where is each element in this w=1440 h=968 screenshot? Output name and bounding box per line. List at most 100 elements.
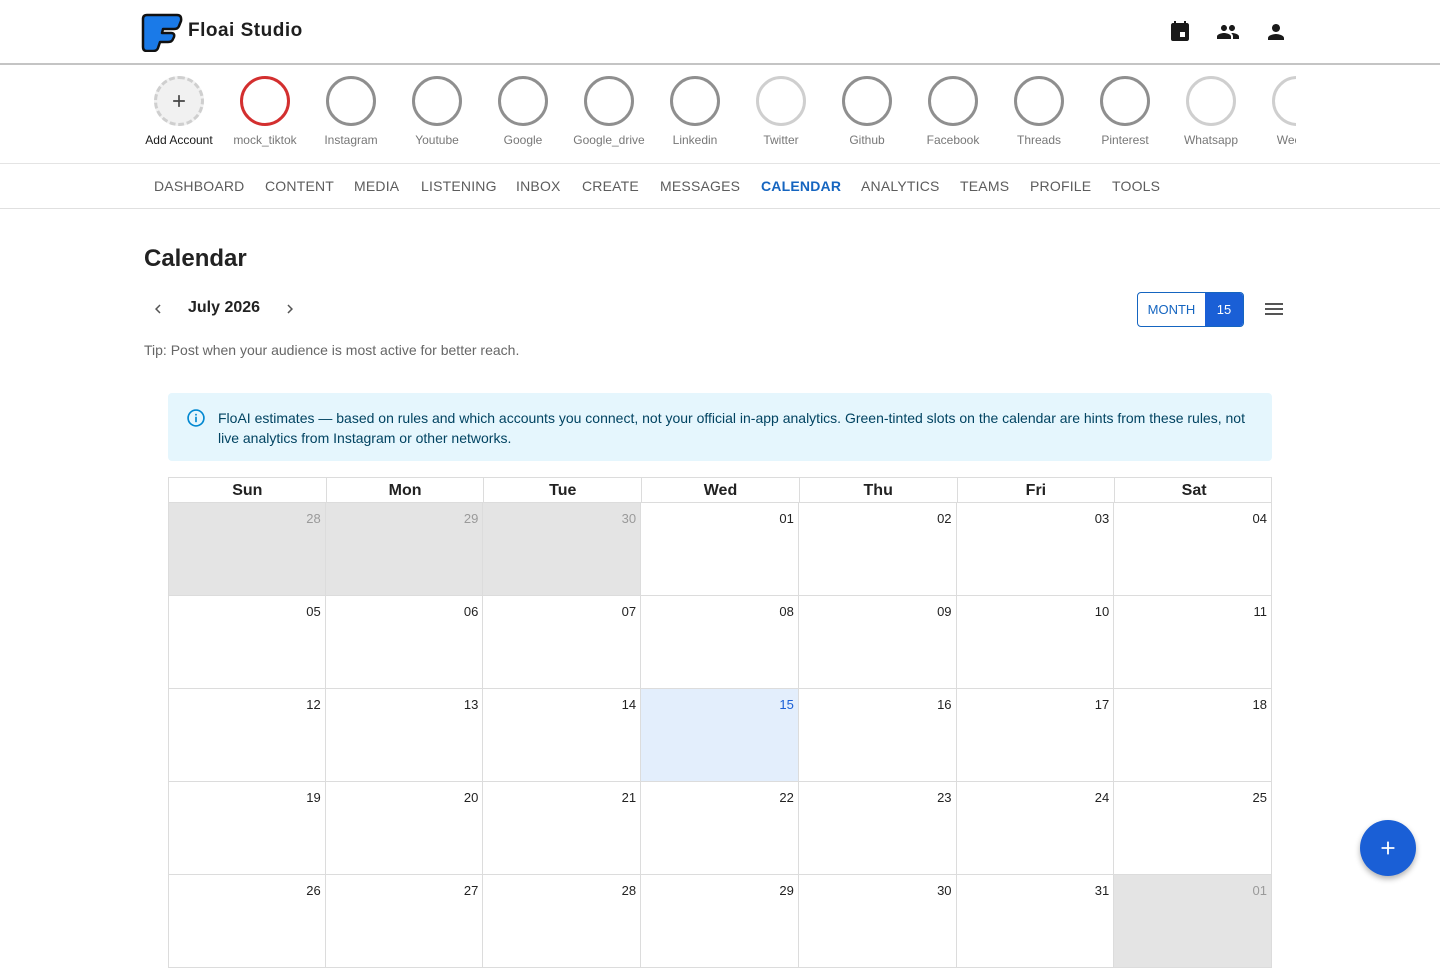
account-label: Google_drive — [573, 133, 645, 147]
account-item[interactable]: Threads — [996, 76, 1082, 147]
nav-item-analytics[interactable]: ANALYTICS — [861, 178, 940, 194]
day-number: 24 — [1094, 790, 1110, 805]
account-item[interactable]: Twitter — [738, 76, 824, 147]
calendar-day[interactable]: 01 — [1114, 875, 1272, 968]
day-number: 22 — [779, 790, 794, 805]
account-item[interactable]: Youtube — [394, 76, 480, 147]
person-icon[interactable] — [1264, 20, 1288, 44]
calendar-day[interactable]: 07 — [483, 596, 642, 689]
add-post-button[interactable] — [1360, 820, 1416, 876]
nav-item-messages[interactable]: MESSAGES — [660, 178, 740, 194]
calendar-day[interactable]: 13 — [325, 689, 484, 782]
account-label: Instagram — [324, 133, 378, 147]
calendar-day[interactable]: 30 — [483, 503, 642, 596]
account-item[interactable]: Facebook — [910, 76, 996, 147]
people-icon[interactable] — [1216, 20, 1240, 44]
nav-item-listening[interactable]: LISTENING — [421, 178, 497, 194]
nav-item-create[interactable]: CREATE — [582, 178, 639, 194]
account-item[interactable]: Google — [480, 76, 566, 147]
calendar-day[interactable]: 29 — [641, 875, 799, 968]
day-number: 30 — [937, 883, 952, 898]
nav-item-profile[interactable]: PROFILE — [1030, 178, 1091, 194]
month-view-button[interactable]: MONTH — [1138, 293, 1205, 326]
calendar-day[interactable]: 05 — [168, 596, 326, 689]
calendar-day[interactable]: 28 — [168, 503, 326, 596]
nav-item-media[interactable]: MEDIA — [354, 178, 399, 194]
calendar-day[interactable]: 21 — [483, 782, 642, 875]
chevron-left-icon[interactable] — [149, 300, 167, 318]
floai-logo-icon[interactable] — [141, 12, 183, 52]
add-account-button[interactable]: Add Account — [136, 76, 222, 147]
account-avatar — [412, 76, 462, 126]
nav-item-tools[interactable]: TOOLS — [1112, 178, 1160, 194]
calendar-day[interactable]: 24 — [956, 782, 1115, 875]
calendar-day[interactable]: 31 — [956, 875, 1115, 968]
account-avatar — [842, 76, 892, 126]
calendar-day[interactable]: 25 — [1114, 782, 1272, 875]
calendar-day[interactable]: 23 — [798, 782, 957, 875]
calendar-day[interactable]: 08 — [641, 596, 799, 689]
page-title: Calendar — [144, 245, 247, 272]
view-toggle: MONTH 15 — [1137, 292, 1244, 327]
calendar-day[interactable]: 10 — [956, 596, 1115, 689]
day-number: 17 — [1094, 697, 1110, 712]
account-label: Add Account — [145, 133, 213, 147]
day-number: 04 — [1252, 511, 1267, 526]
calendar-day[interactable]: 02 — [798, 503, 957, 596]
calendar-day[interactable]: 06 — [325, 596, 484, 689]
account-item[interactable]: Github — [824, 76, 910, 147]
calendar-day[interactable]: 26 — [168, 875, 326, 968]
day-number: 09 — [937, 604, 952, 619]
day-number: 12 — [306, 697, 321, 712]
account-item[interactable]: Google_drive — [566, 76, 652, 147]
day-number: 20 — [463, 790, 479, 805]
calendar-day[interactable]: 09 — [798, 596, 957, 689]
account-label: Youtube — [415, 133, 459, 147]
app-title: Floai Studio — [188, 20, 303, 41]
day-number: 27 — [463, 883, 479, 898]
nav-item-calendar[interactable]: CALENDAR — [761, 178, 841, 194]
calendar-icon[interactable] — [1168, 20, 1192, 44]
chevron-right-icon[interactable] — [281, 300, 299, 318]
account-item[interactable]: Wechat — [1254, 76, 1296, 147]
account-item[interactable]: Whatsapp — [1168, 76, 1254, 147]
calendar-day-today[interactable]: 15 — [641, 689, 799, 782]
calendar-day[interactable]: 27 — [325, 875, 484, 968]
calendar-day[interactable]: 29 — [325, 503, 484, 596]
account-item[interactable]: Instagram — [308, 76, 394, 147]
calendar-day[interactable]: 20 — [325, 782, 484, 875]
calendar-day[interactable]: 30 — [798, 875, 957, 968]
calendar-day[interactable]: 22 — [641, 782, 799, 875]
day-number: 21 — [621, 790, 637, 805]
calendar-day[interactable]: 01 — [641, 503, 799, 596]
calendar-day[interactable]: 19 — [168, 782, 326, 875]
calendar-day[interactable]: 18 — [1114, 689, 1272, 782]
weekday-label: Tue — [484, 478, 643, 504]
nav-item-content[interactable]: CONTENT — [265, 178, 334, 194]
plus-icon — [1381, 841, 1395, 855]
calendar-day[interactable]: 14 — [483, 689, 642, 782]
nav-item-dashboard[interactable]: DASHBOARD — [154, 178, 244, 194]
account-avatar — [928, 76, 978, 126]
day-view-button[interactable]: 15 — [1205, 293, 1243, 326]
nav-item-inbox[interactable]: INBOX — [516, 178, 561, 194]
calendar-day[interactable]: 04 — [1114, 503, 1272, 596]
calendar-day[interactable]: 28 — [483, 875, 642, 968]
calendar-day[interactable]: 11 — [1114, 596, 1272, 689]
calendar-day[interactable]: 16 — [798, 689, 957, 782]
day-number: 05 — [306, 604, 321, 619]
banner-text: FloAI estimates — based on rules and whi… — [218, 410, 1245, 446]
calendar-day[interactable]: 12 — [168, 689, 326, 782]
menu-icon[interactable] — [1262, 297, 1286, 321]
account-item[interactable]: mock_tiktok — [222, 76, 308, 147]
accounts-scroll[interactable]: Add Account mock_tiktok Instagram Youtube Go… — [136, 66, 1296, 164]
day-number: 23 — [937, 790, 952, 805]
account-item[interactable]: Linkedin — [652, 76, 738, 147]
day-number: 16 — [937, 697, 952, 712]
nav-item-teams[interactable]: TEAMS — [960, 178, 1009, 194]
account-avatar — [670, 76, 720, 126]
calendar-day[interactable]: 17 — [956, 689, 1115, 782]
weekday-label: Fri — [958, 478, 1116, 504]
calendar-day[interactable]: 03 — [956, 503, 1115, 596]
account-item[interactable]: Pinterest — [1082, 76, 1168, 147]
